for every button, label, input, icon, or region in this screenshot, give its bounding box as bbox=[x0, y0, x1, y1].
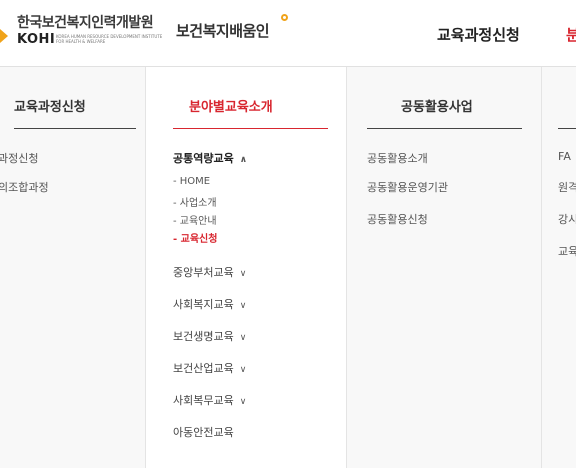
menu-category-label: 보건생명교육 bbox=[173, 330, 234, 343]
menu-category-health-industry[interactable]: 보건산업교육 ∨ bbox=[173, 360, 246, 376]
nav-course-application[interactable]: 교육과정신청 bbox=[437, 24, 520, 45]
column-divider bbox=[558, 128, 576, 129]
menu-column-shared-use: 공동활용사업 공동활용소개 공동활용운영기관 공동활용신청 bbox=[346, 67, 541, 468]
menu-item-education[interactable]: 교육 bbox=[558, 243, 576, 259]
mega-menu-panel: 교육과정신청 과정신청 의조합과정 분야별교육소개 공통역량교육 ∧ - HOME… bbox=[0, 66, 576, 468]
menu-item-instructor[interactable]: 강시 bbox=[558, 211, 576, 227]
submenu-item-business-intro[interactable]: - 사업소개 bbox=[173, 194, 217, 209]
menu-category-label: 사회복지교육 bbox=[173, 298, 234, 311]
menu-item-faq[interactable]: FA bbox=[558, 150, 571, 163]
menu-item-shared-operators[interactable]: 공동활용운영기관 bbox=[367, 179, 448, 195]
menu-item-combined-course[interactable]: 의조합과정 bbox=[0, 179, 49, 195]
menu-column-title[interactable]: 공동활용사업 bbox=[401, 96, 473, 115]
nav-field-education[interactable]: 분 bbox=[566, 24, 576, 45]
menu-category-label: 중앙부처교육 bbox=[173, 266, 234, 279]
menu-item-shared-apply[interactable]: 공동활용신청 bbox=[367, 211, 428, 227]
menu-column-field-education: 분야별교육소개 공통역량교육 ∧ - HOME - 사업소개 - 교육안내 - 교… bbox=[146, 67, 346, 468]
site-header: 한국보건복지인력개발원 KOHI KOREA HUMAN RESOURCE DE… bbox=[0, 0, 576, 66]
logo-korean-name: 한국보건복지인력개발원 bbox=[17, 15, 154, 31]
chevron-down-icon: ∨ bbox=[239, 333, 247, 343]
menu-category-health-life[interactable]: 보건생명교육 ∨ bbox=[173, 328, 246, 344]
logo-subtitle: KOREA HUMAN RESOURCE DEVELOPMENT INSTITU… bbox=[56, 34, 163, 44]
menu-category-central-ministry[interactable]: 중앙부처교육 ∨ bbox=[173, 264, 246, 280]
menu-category-common-competency[interactable]: 공통역량교육 ∧ bbox=[173, 150, 247, 166]
chevron-up-icon: ∧ bbox=[239, 155, 248, 165]
menu-column-title[interactable]: 교육과정신청 bbox=[14, 96, 86, 115]
menu-category-social-welfare[interactable]: 사회복지교육 ∨ bbox=[173, 296, 246, 312]
brand-name[interactable]: 보건복지배움인 bbox=[176, 20, 270, 41]
chevron-down-icon: ∨ bbox=[239, 365, 247, 375]
site-logo[interactable]: 한국보건복지인력개발원 KOHI KOREA HUMAN RESOURCE DE… bbox=[0, 12, 170, 52]
chevron-down-icon: ∨ bbox=[239, 301, 247, 311]
menu-item-course-apply[interactable]: 과정신청 bbox=[0, 150, 38, 166]
submenu-item-home[interactable]: - HOME bbox=[173, 176, 210, 187]
chevron-down-icon: ∨ bbox=[239, 397, 247, 407]
brand-dot-icon bbox=[281, 14, 288, 21]
submenu-item-education-guide[interactable]: - 교육안내 bbox=[173, 212, 217, 227]
menu-category-social-service[interactable]: 사회복무교육 ∨ bbox=[173, 392, 246, 408]
menu-category-label: 보건산업교육 bbox=[173, 362, 234, 375]
menu-category-child-safety[interactable]: 아동안전교육 bbox=[173, 424, 234, 440]
logo-mark-icon bbox=[0, 29, 8, 43]
logo-english-name: KOHI bbox=[17, 32, 56, 47]
chevron-down-icon: ∨ bbox=[239, 269, 247, 279]
menu-item-remote[interactable]: 원격 bbox=[558, 179, 576, 195]
column-divider bbox=[367, 128, 522, 129]
submenu-item-education-apply[interactable]: - 교육신청 bbox=[173, 230, 217, 245]
menu-category-label: 공통역량교육 bbox=[173, 152, 234, 165]
column-divider-active bbox=[173, 128, 328, 129]
menu-item-shared-intro[interactable]: 공동활용소개 bbox=[367, 150, 428, 166]
menu-category-label: 사회복무교육 bbox=[173, 394, 234, 407]
menu-column-support: FA 원격 강시 교육 bbox=[541, 67, 576, 468]
column-divider bbox=[14, 128, 136, 129]
menu-column-course-application: 교육과정신청 과정신청 의조합과정 bbox=[0, 67, 146, 468]
menu-column-title[interactable]: 분야별교육소개 bbox=[189, 96, 273, 115]
menu-category-label: 아동안전교육 bbox=[173, 426, 234, 439]
